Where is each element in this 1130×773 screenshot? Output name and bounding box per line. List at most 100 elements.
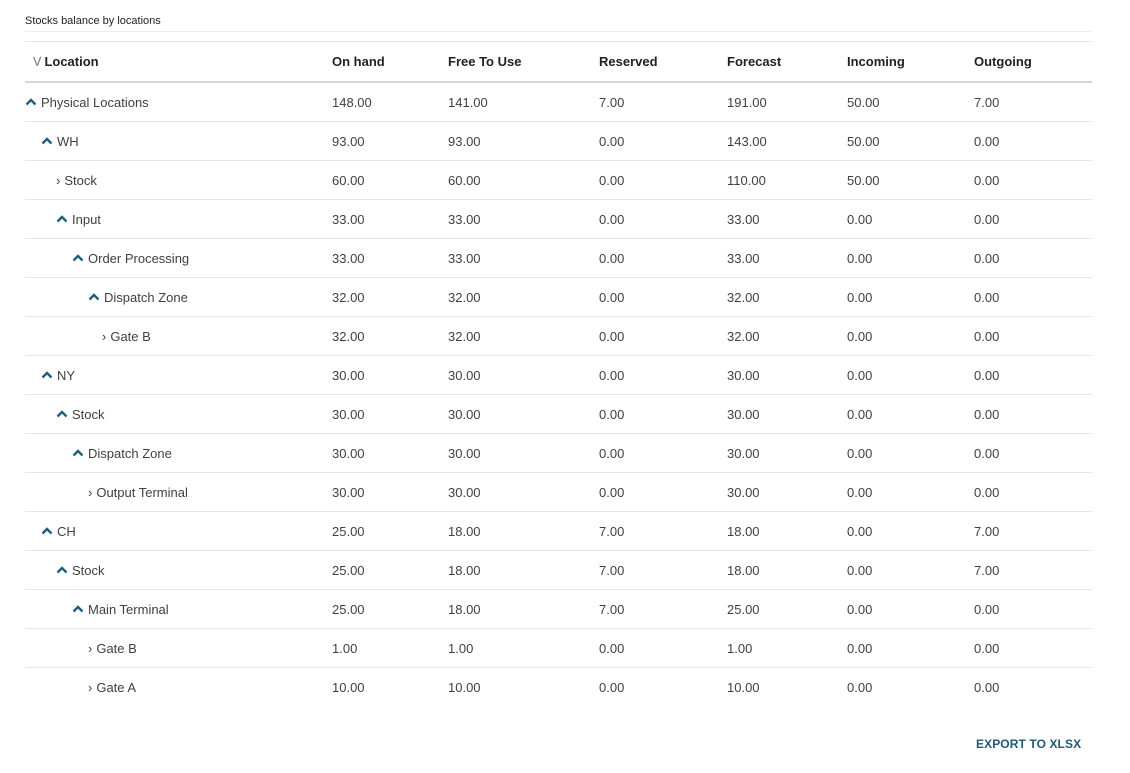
free-to-use-cell: 33.00 [448, 199, 599, 239]
reserved-cell: 0.00 [599, 238, 727, 278]
chevron-right-icon[interactable]: › [56, 174, 60, 187]
caret-up-icon[interactable] [25, 96, 37, 108]
reserved-cell: 7.00 [599, 511, 727, 551]
forecast-cell: 10.00 [727, 679, 760, 695]
incoming-cell: 50.00 [847, 160, 974, 200]
column-header-location[interactable]: ⋁ Location [25, 41, 332, 83]
table-row[interactable]: WH 93.00 93.00 0.00 143.00 50.00 0.00 [25, 121, 1092, 161]
table-row[interactable]: › Output Terminal 30.00 30.00 0.00 30.00 0.00 0… [25, 472, 1092, 512]
column-header-on-hand[interactable]: On hand [332, 41, 448, 83]
forecast-cell: 33.00 [727, 199, 847, 239]
table-row[interactable]: CH 25.00 18.00 7.00 18.00 0.00 7.00 [25, 511, 1092, 551]
chevron-right-icon[interactable]: › [102, 330, 106, 343]
outgoing-cell: 0.00 [974, 679, 1000, 695]
caret-up-icon[interactable] [41, 135, 53, 147]
forecast-cell: 32.00 [727, 277, 847, 317]
on-hand-cell: 32.00 [332, 277, 448, 317]
free-to-use-cell: 18.00 [448, 589, 599, 629]
forecast-cell: 30.00 [727, 355, 847, 395]
location-cell: Input [25, 199, 332, 239]
location-name: Order Processing [88, 250, 190, 266]
location-cell: Stock [25, 550, 332, 590]
free-to-use-cell: 10.00 [448, 679, 481, 695]
caret-up-icon[interactable] [88, 291, 100, 303]
column-header-reserved[interactable]: Reserved [599, 41, 727, 83]
outgoing-cell: 0.00 [974, 277, 1092, 317]
table-row[interactable]: Stock 25.00 18.00 7.00 18.00 0.00 7.00 [25, 550, 1092, 590]
table-row[interactable]: › Gate B 1.00 1.00 0.00 1.00 0.00 0.00 [25, 628, 1092, 668]
caret-up-icon[interactable] [72, 447, 84, 459]
column-header-forecast[interactable]: Forecast [727, 41, 847, 83]
sort-double-chevron-down-icon[interactable]: ⋁ [33, 56, 41, 67]
on-hand-cell: 32.00 [332, 316, 448, 356]
on-hand-cell: 25.00 [332, 550, 448, 590]
table-row[interactable]: › Gate A 10.00 10.00 0.00 10.00 0.00 0.00 [25, 668, 1092, 707]
forecast-cell: 143.00 [727, 121, 847, 161]
reserved-cell: 7.00 [599, 589, 727, 629]
outgoing-cell: 0.00 [974, 589, 1092, 629]
location-cell: › Gate B [25, 316, 332, 356]
column-header-incoming[interactable]: Incoming [847, 41, 974, 83]
chevron-right-icon[interactable]: › [88, 642, 92, 655]
on-hand-cell: 30.00 [332, 394, 448, 434]
free-to-use-cell: 93.00 [448, 121, 599, 161]
table-row[interactable]: Dispatch Zone 32.00 32.00 0.00 32.00 0.00 0.00 [25, 277, 1092, 317]
location-name: Stock [72, 562, 105, 578]
location-cell: NY [25, 355, 332, 395]
free-to-use-cell: 1.00 [448, 628, 599, 668]
outgoing-cell: 7.00 [974, 550, 1092, 590]
table-row[interactable]: › Gate B 32.00 32.00 0.00 32.00 0.00 0.00 [25, 316, 1092, 356]
outgoing-cell: 0.00 [974, 316, 1092, 356]
page-title: Stocks balance by locations [25, 15, 161, 27]
stock-balance-table: ⋁ Location On hand Free To Use Reserved … [25, 41, 1092, 706]
incoming-cell: 0.00 [847, 628, 974, 668]
table-row[interactable]: Physical Locations 148.00 141.00 7.00 191.00… [25, 82, 1092, 122]
location-name: Stock [64, 172, 97, 188]
location-name: Gate B [110, 328, 151, 344]
forecast-cell: 25.00 [727, 589, 847, 629]
table-row[interactable]: Main Terminal 25.00 18.00 7.00 25.00 0.00 0.00 [25, 589, 1092, 629]
forecast-cell: 32.00 [727, 316, 847, 356]
chevron-right-icon[interactable]: › [88, 681, 92, 694]
table-row[interactable]: › Stock 60.00 60.00 0.00 110.00 50.00 0.00 [25, 160, 1092, 200]
stock-balance-page: Stocks balance by locations ⋁ Location O… [0, 0, 1130, 773]
caret-up-icon[interactable] [41, 525, 53, 537]
incoming-cell: 0.00 [847, 355, 974, 395]
incoming-cell: 0.00 [847, 277, 974, 317]
reserved-cell: 0.00 [599, 433, 727, 473]
table-row[interactable]: Stock 30.00 30.00 0.00 30.00 0.00 0.00 [25, 394, 1092, 434]
table-row[interactable]: Dispatch Zone 30.00 30.00 0.00 30.00 0.00 0.00 [25, 433, 1092, 473]
location-name: WH [57, 133, 79, 149]
table-row[interactable]: NY 30.00 30.00 0.00 30.00 0.00 0.00 [25, 355, 1092, 395]
table-row[interactable]: Order Processing 33.00 33.00 0.00 33.00 0.00 0… [25, 238, 1092, 278]
caret-up-icon[interactable] [41, 369, 53, 381]
outgoing-cell: 0.00 [974, 628, 1092, 668]
caret-up-icon[interactable] [72, 252, 84, 264]
free-to-use-cell: 30.00 [448, 433, 599, 473]
column-header-free-to-use[interactable]: Free To Use [448, 41, 599, 83]
caret-up-icon[interactable] [72, 603, 84, 615]
caret-up-icon[interactable] [56, 408, 68, 420]
reserved-cell: 0.00 [599, 472, 727, 512]
reserved-cell: 7.00 [599, 550, 727, 590]
location-name: CH [57, 523, 76, 539]
table-row[interactable]: Input 33.00 33.00 0.00 33.00 0.00 0.00 [25, 199, 1092, 239]
location-name: Stock [72, 406, 105, 422]
reserved-cell: 0.00 [599, 316, 727, 356]
incoming-cell: 50.00 [847, 121, 974, 161]
reserved-cell: 0.00 [599, 394, 727, 434]
export-to-xlsx-button[interactable]: EXPORT TO XLSX [976, 737, 1081, 751]
forecast-cell: 30.00 [727, 433, 847, 473]
location-cell: CH [25, 511, 332, 551]
location-cell: › Gate B [25, 628, 332, 668]
caret-up-icon[interactable] [56, 213, 68, 225]
chevron-right-icon[interactable]: › [88, 486, 92, 499]
on-hand-cell: 25.00 [332, 589, 448, 629]
column-header-outgoing[interactable]: Outgoing [974, 41, 1092, 83]
free-to-use-cell: 30.00 [448, 355, 599, 395]
on-hand-cell: 33.00 [332, 199, 448, 239]
forecast-cell: 191.00 [727, 82, 847, 122]
caret-up-icon[interactable] [56, 564, 68, 576]
forecast-cell: 33.00 [727, 238, 847, 278]
location-name: Output Terminal [96, 484, 188, 500]
